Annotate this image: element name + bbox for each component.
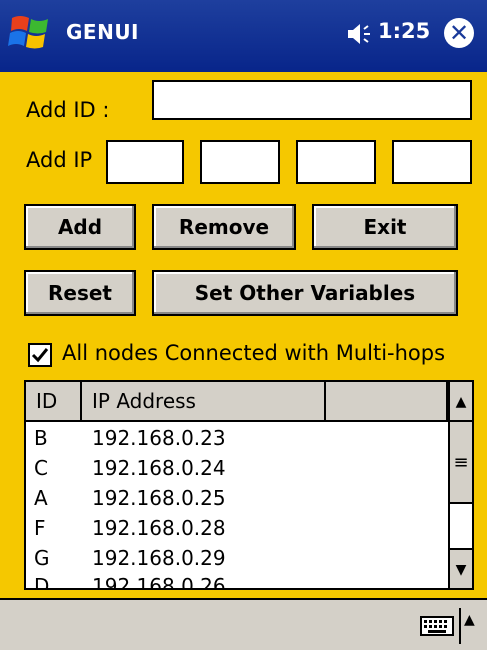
ip-octet-1-input[interactable]: [106, 140, 184, 184]
add-button[interactable]: Add: [24, 204, 136, 250]
exit-button[interactable]: Exit: [312, 204, 458, 250]
menu-bar: ▲: [0, 598, 487, 650]
title-bar: GENUI 1:25 ✕: [0, 0, 487, 72]
clock[interactable]: 1:25: [378, 19, 430, 43]
add-id-input[interactable]: [152, 80, 472, 120]
scroll-up-icon[interactable]: ▲: [450, 382, 472, 422]
cell-id: C: [34, 456, 48, 480]
cell-ip: 192.168.0.26: [92, 574, 226, 590]
speaker-icon[interactable]: [346, 22, 372, 46]
cell-ip: 192.168.0.29: [92, 546, 226, 570]
menu-separator: [459, 608, 461, 644]
cell-id: A: [34, 486, 48, 510]
app-title: GENUI: [66, 20, 139, 44]
keyboard-icon[interactable]: [420, 616, 454, 636]
cell-ip: 192.168.0.23: [92, 426, 226, 450]
add-id-label: Add ID :: [26, 98, 110, 122]
scroll-down-icon[interactable]: ▼: [450, 548, 472, 588]
multi-hop-label[interactable]: All nodes Connected with Multi-hops: [62, 341, 445, 365]
cell-ip: 192.168.0.28: [92, 516, 226, 540]
ip-octet-2-input[interactable]: [200, 140, 280, 184]
cell-id: F: [34, 516, 46, 540]
close-icon[interactable]: ✕: [444, 18, 474, 48]
checkmark-icon: [31, 348, 49, 363]
set-other-variables-button[interactable]: Set Other Variables: [152, 270, 458, 316]
column-header-ip[interactable]: IP Address: [82, 382, 326, 422]
windows-start-icon[interactable]: [8, 12, 54, 52]
node-list[interactable]: ID IP Address B 192.168.0.23 C 192.168.0…: [24, 380, 474, 590]
cell-id: B: [34, 426, 48, 450]
cell-id: G: [34, 546, 50, 570]
sip-arrow-icon[interactable]: ▲: [464, 612, 475, 628]
ip-octet-3-input[interactable]: [296, 140, 376, 184]
cell-ip: 192.168.0.24: [92, 456, 226, 480]
ip-octet-4-input[interactable]: [392, 140, 472, 184]
remove-button[interactable]: Remove: [152, 204, 296, 250]
add-ip-label: Add IP: [26, 148, 93, 172]
column-header-empty[interactable]: [326, 382, 448, 422]
reset-button[interactable]: Reset: [24, 270, 136, 316]
column-header-id[interactable]: ID: [26, 382, 82, 422]
multi-hop-checkbox[interactable]: [28, 343, 52, 367]
cell-id: D: [34, 574, 50, 590]
scroll-track[interactable]: [450, 504, 472, 548]
scroll-thumb[interactable]: ≡: [450, 422, 472, 504]
vertical-scrollbar[interactable]: ▲ ≡ ▼: [448, 382, 472, 588]
cell-ip: 192.168.0.25: [92, 486, 226, 510]
